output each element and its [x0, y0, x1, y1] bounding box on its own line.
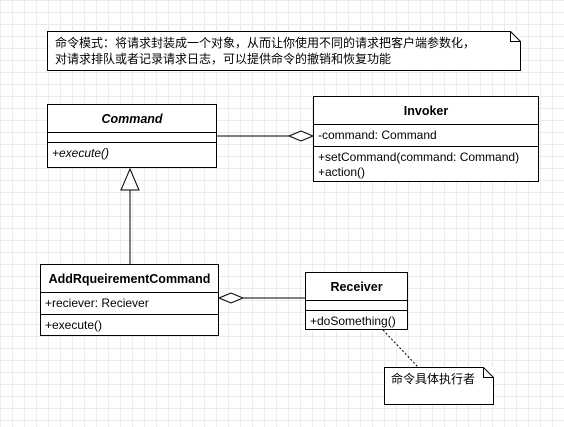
add-requirement-command-attribute-reciever: +reciever: Reciever — [45, 296, 149, 310]
add-requirement-command-class[interactable]: AddRqueirementCommand +reciever: Recieve… — [40, 264, 219, 336]
receiver-note: 命令具体执行者 — [384, 367, 494, 405]
command-attributes — [48, 133, 216, 143]
invoker-class[interactable]: Invoker -command: Command +setCommand(co… — [313, 96, 539, 182]
pattern-description-note: 命令模式：将请求封装成一个对象，从而让你使用不同的请求把客户端参数化， 对请求排… — [47, 31, 521, 71]
add-requirement-command-attributes: +reciever: Reciever — [41, 293, 218, 315]
generalization-arrowhead — [120, 167, 140, 191]
receiver-note-text: 命令具体执行者 — [391, 372, 476, 386]
invoker-attributes: -command: Command — [314, 125, 538, 147]
receiver-note-anchor — [382, 329, 419, 368]
receiver-class-name: Receiver — [306, 273, 407, 301]
invoker-operation-action: +action() — [318, 165, 366, 179]
add-command-aggregation-diamond — [217, 292, 245, 304]
receiver-operation-dosomething: +doSomething() — [310, 314, 396, 328]
invoker-class-name: Invoker — [314, 97, 538, 125]
receiver-class[interactable]: Receiver +doSomething() — [305, 272, 408, 330]
invoker-aggregation-diamond — [287, 130, 315, 142]
invoker-operation-setcommand: +setCommand(command: Command) — [318, 150, 520, 164]
add-requirement-command-operations: +execute() — [41, 315, 218, 337]
add-requirement-command-operation-execute: +execute() — [45, 318, 103, 332]
command-operations: +execute() — [48, 143, 216, 165]
receiver-operations: +doSomething() — [306, 311, 407, 333]
invoker-attribute-command: -command: Command — [318, 128, 437, 142]
add-requirement-command-class-name: AddRqueirementCommand — [41, 265, 218, 293]
invoker-operations: +setCommand(command: Command) +action() — [314, 147, 538, 184]
pattern-description-text: 命令模式：将请求封装成一个对象，从而让你使用不同的请求把客户端参数化， 对请求排… — [55, 36, 476, 66]
command-operation-execute: +execute() — [52, 146, 110, 160]
command-class[interactable]: Command +execute() — [47, 104, 217, 168]
command-class-name: Command — [48, 105, 216, 133]
receiver-attributes — [306, 301, 407, 311]
